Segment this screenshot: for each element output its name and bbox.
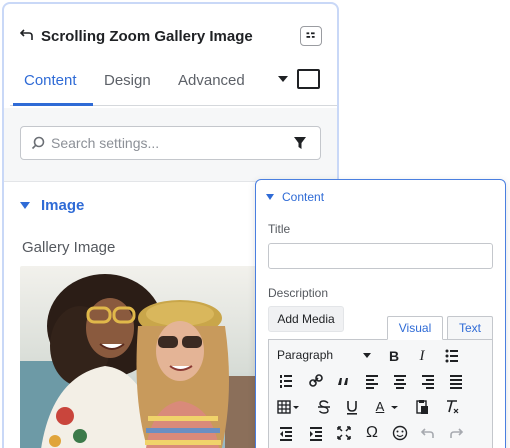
tab-advanced[interactable]: Advanced xyxy=(178,72,245,89)
fullscreen-icon[interactable] xyxy=(333,423,355,443)
emoji-icon[interactable] xyxy=(389,423,411,443)
format-select[interactable]: Paragraph xyxy=(277,348,333,362)
popover-section-label: Content xyxy=(282,190,325,204)
chevron-down-icon[interactable] xyxy=(363,353,371,358)
title-input[interactable] xyxy=(268,243,493,269)
table-icon[interactable] xyxy=(275,397,303,417)
align-center-icon[interactable] xyxy=(389,371,411,391)
italic-button[interactable]: I xyxy=(411,346,433,366)
section-label: Image xyxy=(41,197,85,214)
search-box xyxy=(20,126,321,160)
back-arrow-icon[interactable] xyxy=(20,28,34,42)
numbered-list-icon[interactable] xyxy=(275,371,297,391)
text-color-dropdown-icon[interactable] xyxy=(389,397,401,417)
gallery-image-label: Gallery Image xyxy=(22,239,116,256)
editor-tab-text[interactable]: Text xyxy=(447,316,493,340)
bold-button[interactable]: B xyxy=(383,346,405,366)
layout-icon xyxy=(306,32,315,38)
editor-toolbar: Paragraph B I A Ω xyxy=(268,339,493,448)
align-left-icon[interactable] xyxy=(361,371,383,391)
align-justify-icon[interactable] xyxy=(445,371,467,391)
square-view-icon[interactable] xyxy=(297,69,320,89)
search-input[interactable] xyxy=(51,133,281,153)
layout-toggle-button[interactable] xyxy=(300,26,322,46)
panel-tabs: Content Design Advanced xyxy=(10,60,337,106)
bullet-list-icon[interactable] xyxy=(441,346,463,366)
photo-image xyxy=(20,266,280,448)
title-label: Title xyxy=(268,222,291,236)
gallery-image-preview[interactable] xyxy=(20,266,280,448)
filter-icon[interactable] xyxy=(293,136,307,150)
editor-tab-visual[interactable]: Visual xyxy=(387,316,443,340)
caret-down-icon xyxy=(266,194,274,200)
paste-text-icon[interactable] xyxy=(411,397,433,417)
add-media-button[interactable]: Add Media xyxy=(268,306,344,332)
redo-icon[interactable] xyxy=(445,423,467,443)
align-right-icon[interactable] xyxy=(417,371,439,391)
special-character-button[interactable]: Ω xyxy=(361,423,383,443)
search-area xyxy=(4,108,337,182)
more-tabs-arrow-icon[interactable] xyxy=(278,76,288,82)
tab-content[interactable]: Content xyxy=(24,72,77,89)
strikethrough-icon[interactable] xyxy=(313,397,335,417)
active-tab-indicator xyxy=(13,103,93,106)
blockquote-icon[interactable] xyxy=(333,371,355,391)
description-label: Description xyxy=(268,286,329,300)
search-icon xyxy=(31,136,45,150)
link-icon[interactable] xyxy=(305,371,327,391)
text-color-button[interactable]: A xyxy=(369,397,391,417)
clear-formatting-icon[interactable] xyxy=(441,397,463,417)
tab-design[interactable]: Design xyxy=(104,72,151,89)
panel-title: Scrolling Zoom Gallery Image xyxy=(41,28,253,45)
caret-down-icon xyxy=(20,202,30,209)
outdent-icon[interactable] xyxy=(275,423,297,443)
undo-icon[interactable] xyxy=(417,423,439,443)
content-popover: Content Title Description Add Media Visu… xyxy=(255,179,506,448)
indent-icon[interactable] xyxy=(305,423,327,443)
underline-icon[interactable] xyxy=(341,397,363,417)
